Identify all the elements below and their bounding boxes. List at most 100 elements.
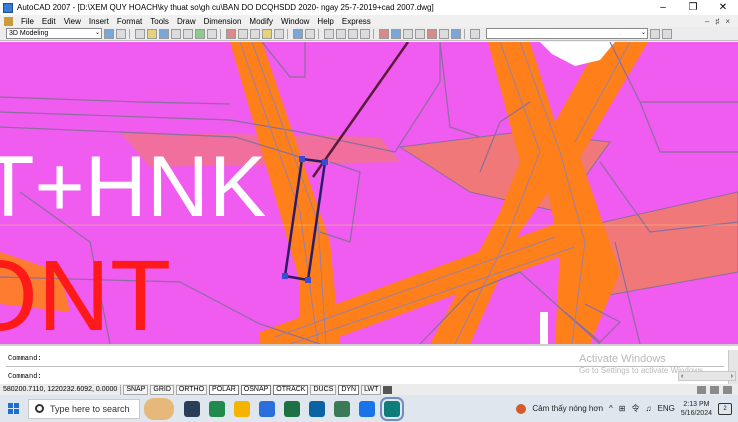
ducs-toggle[interactable]: DUCS — [310, 384, 337, 395]
menu-express[interactable]: Express — [338, 17, 375, 26]
clock[interactable]: 2:13 PM 5/16/2024 — [681, 400, 712, 418]
menu-edit[interactable]: Edit — [38, 17, 60, 26]
zoom-previous-icon[interactable] — [360, 28, 370, 39]
doc-restore-button[interactable]: ♯ — [715, 17, 719, 26]
zoom-realtime-icon[interactable] — [336, 28, 346, 39]
help-icon[interactable] — [451, 28, 461, 39]
layer-select[interactable]: ⌄ — [486, 28, 648, 39]
maximize-button[interactable]: ❐ — [678, 0, 708, 15]
toolbar-separator — [464, 28, 465, 39]
weather-icon[interactable] — [516, 403, 527, 414]
cut-icon[interactable] — [226, 28, 236, 39]
tool-palettes-icon[interactable] — [403, 28, 413, 39]
drawing-canvas[interactable]: ONT T+HNK — [0, 42, 738, 344]
app-icon[interactable] — [334, 400, 350, 417]
publish-icon[interactable] — [195, 28, 205, 39]
make-layer-current-icon[interactable] — [650, 28, 660, 39]
redo-icon[interactable] — [305, 28, 315, 39]
workspace-select[interactable]: 3D Modeling ⌄ — [6, 28, 102, 39]
status-menu-icon[interactable] — [723, 385, 732, 394]
model-space-icon[interactable] — [383, 385, 393, 394]
menu-dimension[interactable]: Dimension — [200, 17, 246, 26]
doc-minimize-button[interactable]: – — [705, 17, 709, 26]
grip-handle[interactable] — [299, 156, 305, 162]
undo-icon[interactable] — [293, 28, 303, 39]
menu-tools[interactable]: Tools — [146, 17, 173, 26]
zoom-window-icon[interactable] — [348, 28, 358, 39]
minimize-button[interactable]: – — [648, 0, 678, 15]
menu-draw[interactable]: Draw — [173, 17, 200, 26]
layer-previous-icon[interactable] — [662, 28, 672, 39]
network-icon[interactable]: ⊞ — [619, 404, 626, 413]
scroll-right-icon[interactable]: › — [731, 373, 733, 380]
grip-handle[interactable] — [322, 159, 328, 165]
menu-bar: File Edit View Insert Format Tools Draw … — [0, 15, 738, 27]
scroll-left-icon[interactable]: ‹ — [681, 373, 683, 380]
new-file-icon[interactable] — [135, 28, 145, 39]
markup-icon[interactable] — [427, 28, 437, 39]
document-icon[interactable] — [4, 16, 13, 26]
tray-overflow-icon[interactable]: ^ — [609, 404, 613, 413]
autocad-taskbar-icon[interactable] — [380, 396, 404, 421]
autocad-app-icon[interactable] — [3, 2, 13, 13]
edge-icon[interactable] — [209, 400, 225, 417]
properties-icon[interactable] — [379, 28, 389, 39]
command-prompt[interactable]: Command: — [8, 373, 42, 381]
plot-preview-icon[interactable] — [183, 28, 193, 39]
mail-icon[interactable] — [309, 400, 325, 417]
horizontal-scrollbar[interactable]: ‹ › — [678, 371, 736, 381]
menu-view[interactable]: View — [60, 17, 85, 26]
grip-handle[interactable] — [305, 277, 311, 283]
my-workspace-icon[interactable] — [116, 28, 126, 39]
taskbar-search[interactable]: Type here to search — [28, 398, 140, 419]
match-properties-icon[interactable] — [262, 28, 272, 39]
menu-file[interactable]: File — [17, 17, 38, 26]
grip-handle[interactable] — [282, 273, 288, 279]
toolbar-separator — [373, 28, 374, 39]
open-file-icon[interactable] — [147, 28, 157, 39]
weather-text[interactable]: Cảm thấy nóng hơn — [532, 404, 603, 413]
pan-icon[interactable] — [324, 28, 334, 39]
lwt-toggle[interactable]: LWT — [361, 384, 382, 395]
task-view-icon[interactable] — [184, 400, 200, 417]
chrome-icon[interactable] — [259, 400, 275, 417]
coordinate-readout[interactable]: 580200.7110, 1220232.6092, 0.0000 — [0, 384, 122, 395]
grid-toggle[interactable]: GRID — [150, 384, 174, 395]
design-center-icon[interactable] — [391, 28, 401, 39]
copy-icon[interactable] — [238, 28, 248, 39]
notification-center-icon[interactable]: 2 — [718, 402, 732, 415]
excel-icon[interactable] — [284, 400, 300, 417]
doc-close-button[interactable]: × — [725, 17, 730, 26]
start-button[interactable] — [0, 395, 26, 422]
volume-icon[interactable]: ♫ — [646, 404, 652, 413]
zalo-icon[interactable] — [359, 400, 375, 417]
save-icon[interactable] — [159, 28, 169, 39]
file-explorer-icon[interactable] — [234, 400, 250, 417]
wifi-icon[interactable]: 令 — [632, 403, 640, 414]
3d-dwf-icon[interactable] — [207, 28, 217, 39]
workspace-settings-icon[interactable] — [104, 28, 114, 39]
dyn-toggle[interactable]: DYN — [338, 384, 360, 395]
polar-toggle[interactable]: POLAR — [209, 384, 239, 395]
close-button[interactable]: ✕ — [708, 0, 738, 15]
lock-toolbar-icon[interactable] — [710, 385, 719, 394]
activate-title: Activate Windows — [579, 353, 666, 365]
quickcalc-icon[interactable] — [439, 28, 449, 39]
ortho-toggle[interactable]: ORTHO — [175, 384, 208, 395]
osnap-toggle[interactable]: OSNAP — [240, 384, 272, 395]
block-editor-icon[interactable] — [274, 28, 284, 39]
paste-icon[interactable] — [250, 28, 260, 39]
otrack-toggle[interactable]: OTRACK — [273, 384, 309, 395]
input-language[interactable]: ENG — [658, 404, 675, 413]
layer-manager-icon[interactable] — [470, 28, 480, 39]
menu-help[interactable]: Help — [313, 17, 337, 26]
menu-window[interactable]: Window — [277, 17, 313, 26]
print-icon[interactable] — [171, 28, 181, 39]
menu-modify[interactable]: Modify — [245, 17, 277, 26]
menu-insert[interactable]: Insert — [85, 17, 113, 26]
search-highlight-icon[interactable] — [144, 397, 174, 420]
snap-toggle[interactable]: SNAP — [123, 384, 149, 395]
communication-center-icon[interactable] — [697, 385, 706, 394]
menu-format[interactable]: Format — [113, 17, 146, 26]
sheet-set-icon[interactable] — [415, 28, 425, 39]
